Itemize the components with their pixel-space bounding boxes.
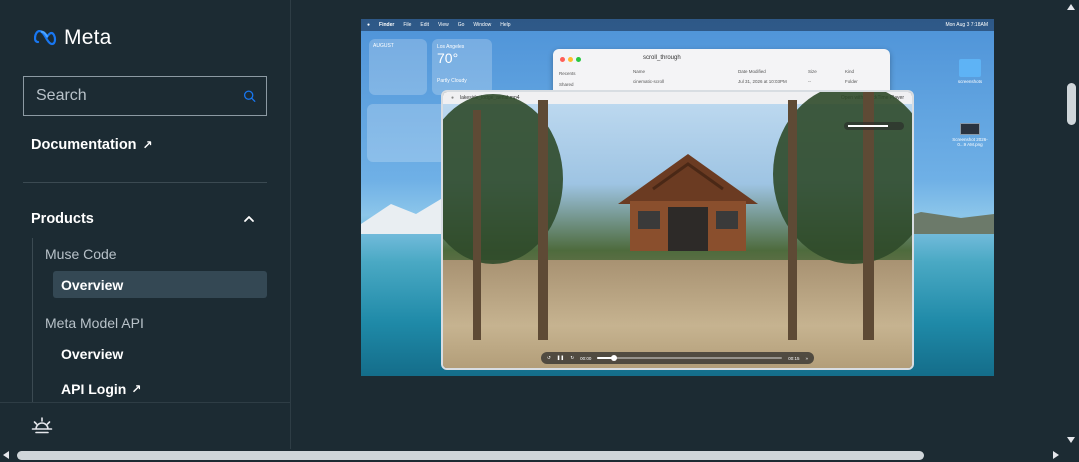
nav-group-meta-model-api[interactable]: Meta Model API — [45, 315, 144, 331]
nav-item-meta-model-api-overview[interactable]: Overview — [53, 340, 267, 367]
rewind-icon: ↺ — [547, 355, 551, 360]
finder-row-date: Jul 31, 2026 at 10:03PM — [738, 79, 787, 84]
main-content: ● Finder File Edit View Go Window Help M… — [292, 0, 1064, 449]
menubar-menu: Window — [473, 22, 492, 28]
vertical-scroll-thumb[interactable] — [1067, 83, 1076, 125]
desktop-file-label: Screenshot 2026-0...9 AM.png — [952, 137, 988, 147]
finder-sidebar-recents: Recents — [559, 71, 576, 76]
minimize-dot — [568, 57, 573, 62]
calendar-widget: AUGUST — [369, 39, 427, 95]
nav-item-label: API Login — [61, 380, 127, 397]
time-total: 00:15 — [788, 355, 800, 361]
nav-item-api-login[interactable]: API Login ↗ — [53, 375, 267, 402]
desktop-folder: screenshots — [950, 59, 990, 84]
video-player-window: ● lakeside_lodge_aerial.mp4 Open with Qu… — [441, 90, 914, 370]
progress-track — [597, 355, 783, 361]
nav-item-muse-code-overview[interactable]: Overview — [53, 271, 267, 298]
docs-page: Meta Documentation ↗ Products Muse Code … — [0, 0, 1079, 462]
menubar-menu: File — [403, 22, 412, 28]
folder-icon — [959, 59, 981, 77]
finder-row-kind: Folder — [845, 79, 858, 84]
nav-documentation-link[interactable]: Documentation ↗ — [31, 137, 153, 153]
external-arrow-icon: ↗ — [142, 138, 153, 152]
menubar-menu: Go — [457, 22, 465, 28]
menubar-menu: Edit — [420, 22, 429, 28]
nav-products-label: Products — [31, 211, 94, 227]
scroll-left-arrow-icon[interactable] — [3, 451, 9, 459]
forward-icon: ↻ — [570, 355, 575, 360]
calendar-month: AUGUST — [373, 43, 394, 49]
weather-widget: Los Angeles 70° Partly Cloudy — [432, 39, 492, 95]
menubar-app: Finder — [379, 22, 395, 28]
nav-tree-line — [32, 238, 33, 403]
finder-col-size: Size — [808, 69, 817, 74]
finder-sidebar-shared: Shared — [559, 82, 574, 87]
scroll-up-arrow-icon[interactable] — [1067, 4, 1075, 10]
meta-infinity-icon — [34, 30, 57, 46]
nav-section-products[interactable]: Products — [31, 211, 255, 227]
search-input[interactable] — [36, 87, 243, 105]
file-icon — [960, 123, 980, 135]
sidebar-footer — [0, 402, 291, 449]
weather-condition: Partly Cloudy — [437, 78, 467, 84]
meta-logo[interactable]: Meta — [34, 26, 112, 50]
close-dot — [560, 57, 565, 62]
finder-row-name: cinematic-scroll — [633, 79, 665, 84]
fast-forward-icon: » — [805, 355, 808, 361]
external-arrow-icon: ↗ — [131, 381, 142, 396]
finder-col-date: Date Modified — [738, 69, 766, 74]
horizontal-scroll-thumb[interactable] — [17, 451, 924, 460]
nav-item-label: Overview — [61, 276, 124, 293]
sidebar-divider — [23, 182, 267, 183]
nav-item-label: Overview — [61, 345, 124, 362]
time-current: 00:00 — [580, 355, 592, 361]
menubar-clock: Mon Aug 3 7:18AM — [945, 22, 988, 28]
sidebar: Meta Documentation ↗ Products Muse Code … — [0, 0, 291, 449]
embedded-demo-screenshot: ● Finder File Edit View Go Window Help M… — [361, 19, 994, 376]
horizontal-scrollbar[interactable] — [0, 449, 1079, 462]
chevron-up-icon[interactable] — [243, 213, 255, 225]
scroll-right-arrow-icon[interactable] — [1053, 451, 1059, 459]
apple-icon: ● — [367, 22, 371, 28]
window-controls — [560, 57, 581, 62]
vertical-scrollbar[interactable] — [1064, 0, 1079, 449]
desktop-folder-label: screenshots — [957, 79, 983, 84]
search-icon[interactable] — [243, 88, 256, 104]
close-dot: ● — [451, 95, 455, 101]
mac-menubar: ● Finder File Edit View Go Window Help M… — [361, 19, 994, 31]
brand-name: Meta — [64, 26, 112, 49]
tree-trunk — [538, 100, 548, 340]
zoom-dot — [576, 57, 581, 62]
playback-controls: ↺ ❚❚ ↻ 00:00 00:15 » — [541, 352, 814, 364]
volume-slider — [844, 122, 904, 130]
desktop-file: Screenshot 2026-0...9 AM.png — [950, 123, 990, 147]
nav-documentation-label: Documentation — [31, 137, 137, 153]
weather-temp: 70° — [437, 50, 459, 66]
volume-fill — [848, 125, 888, 127]
progress-knob — [611, 355, 617, 361]
tree-trunk — [788, 100, 797, 340]
sunrise-theme-toggle-icon[interactable] — [31, 415, 53, 437]
lodge-illustration — [618, 154, 758, 251]
finder-title: scroll_through — [643, 55, 681, 61]
nav-group-muse-code[interactable]: Muse Code — [45, 246, 117, 262]
scroll-down-arrow-icon[interactable] — [1067, 437, 1075, 443]
pause-icon: ❚❚ — [556, 355, 565, 360]
tree-trunk — [473, 110, 481, 340]
search-box[interactable] — [23, 76, 267, 116]
video-frame: ↺ ❚❚ ↻ 00:00 00:15 » — [443, 92, 912, 368]
finder-col-kind: Kind — [845, 69, 855, 74]
menubar-menu: View — [438, 22, 449, 28]
finder-col-name: Name — [633, 69, 646, 74]
menubar-menu: Help — [500, 22, 511, 28]
finder-row-size: -- — [808, 79, 811, 84]
